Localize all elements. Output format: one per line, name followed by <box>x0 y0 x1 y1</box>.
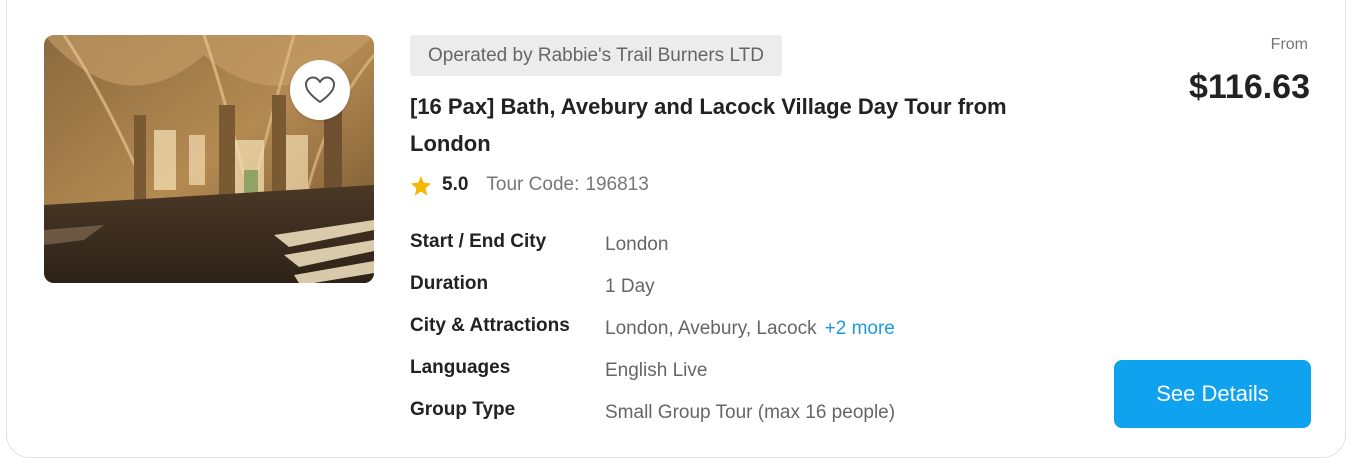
heart-outline-icon <box>305 76 335 103</box>
detail-value-languages: English Live <box>605 360 708 381</box>
detail-label-group-type: Group Type <box>410 399 516 420</box>
price-prefix: From <box>1270 36 1308 53</box>
rating-row: 5.0 Tour Code: 196813 <box>410 174 649 196</box>
detail-label-city-attractions: City & Attractions <box>410 315 570 336</box>
detail-label-languages: Languages <box>410 357 511 378</box>
price: $116.63 <box>1188 68 1310 106</box>
more-attractions-link[interactable]: +2 more <box>825 318 895 339</box>
detail-value-city-attractions-row: London, Avebury, Lacock +2 more <box>605 318 895 340</box>
detail-label-duration: Duration <box>410 273 489 294</box>
operator-badge: Operated by Rabbie's Trail Burners LTD <box>410 35 782 76</box>
detail-label-start-end-city: Start / End City <box>410 231 547 252</box>
detail-value-group-type: Small Group Tour (max 16 people) <box>605 402 896 423</box>
tour-code-value: 196813 <box>585 174 649 195</box>
tour-title[interactable]: [16 Pax] Bath, Avebury and Lacock Villag… <box>410 88 1030 162</box>
detail-value-start-end-city: London <box>605 234 669 255</box>
star-icon <box>410 175 432 195</box>
detail-value-duration: 1 Day <box>605 276 655 297</box>
see-details-button[interactable]: See Details <box>1114 360 1311 428</box>
detail-value-city-attractions: London, Avebury, Lacock <box>605 318 817 339</box>
favorite-button[interactable] <box>290 60 350 120</box>
rating-value: 5.0 <box>442 174 469 195</box>
tour-code-label: Tour Code: <box>486 174 580 195</box>
